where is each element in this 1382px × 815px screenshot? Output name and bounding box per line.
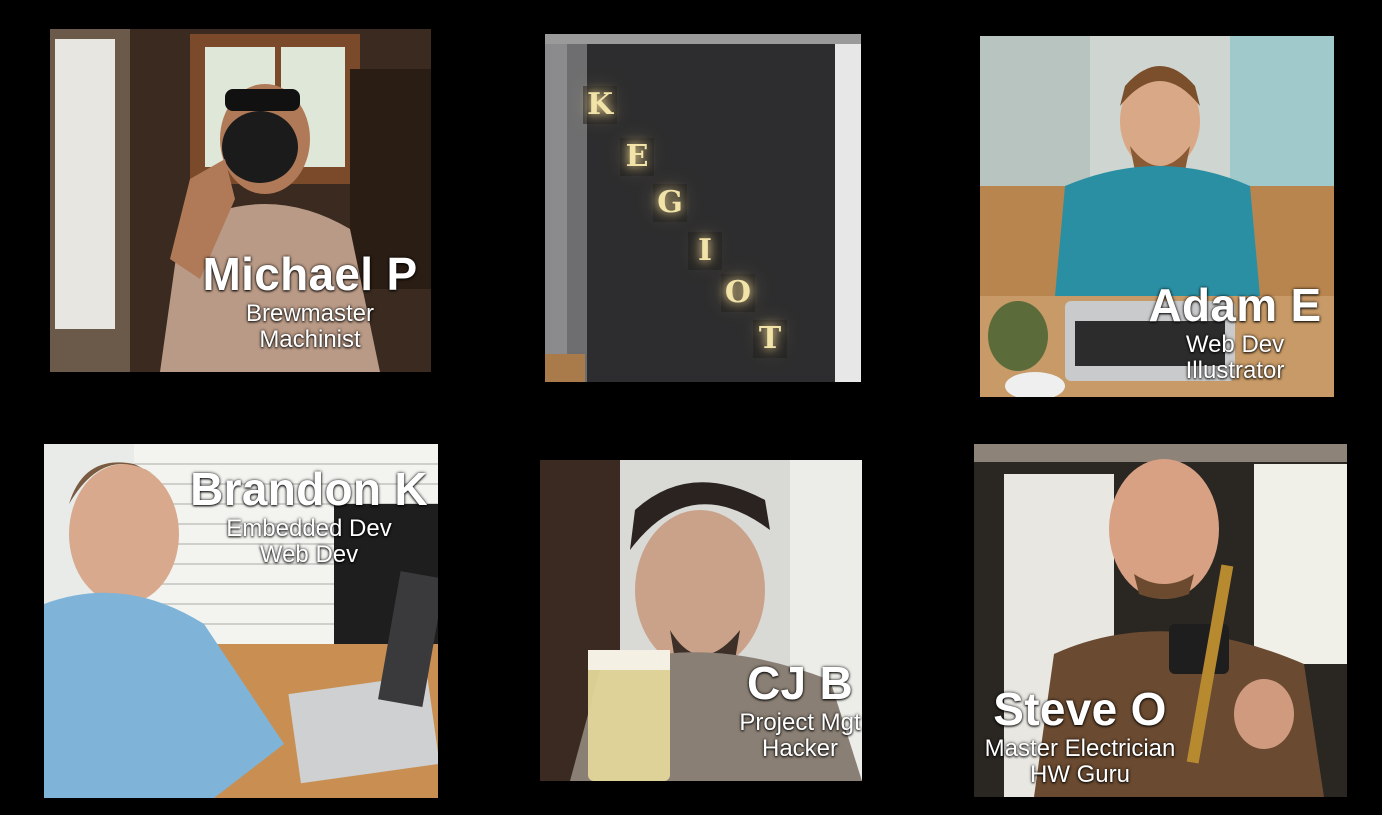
team-card-brandon: Brandon K Embedded Dev Web Dev [44, 444, 438, 798]
member-role-2: Web Dev [259, 541, 359, 569]
logo-letter-o: O [721, 274, 755, 312]
member-name: Adam E [1148, 279, 1322, 331]
member-role-2: Machinist [259, 326, 361, 354]
logo-letter-k: K [583, 86, 617, 124]
member-role-2: Hacker [761, 735, 839, 763]
team-card-steve: Steve O Master Electrician HW Guru [974, 444, 1347, 797]
adam-caption: Adam E Web Dev Illustrator [1130, 279, 1334, 385]
steve-caption: Steve O Master Electrician HW Guru [974, 683, 1190, 789]
member-name: Brandon K [190, 463, 428, 515]
logo-letter-g: G [653, 184, 687, 222]
member-name: CJ B [746, 657, 853, 709]
cj-caption: CJ B Project Mgt Hacker [705, 657, 862, 763]
kegiot-logo-card: K E G I O T [545, 34, 861, 382]
member-role-1: Master Electrician [984, 734, 1176, 762]
brandon-caption: Brandon K Embedded Dev Web Dev [174, 463, 438, 569]
logo-letter-i: I [688, 232, 722, 270]
member-role-1: Brewmaster [245, 299, 375, 327]
member-name: Steve O [993, 683, 1167, 735]
member-role-1: Web Dev [1185, 330, 1285, 358]
team-card-adam: Adam E Web Dev Illustrator [980, 36, 1334, 397]
member-role-1: Project Mgt [739, 708, 861, 736]
member-role-2: Illustrator [1185, 357, 1285, 385]
team-card-cj: CJ B Project Mgt Hacker [540, 460, 862, 781]
michael-caption: Michael P Brewmaster Machinist [190, 248, 430, 354]
member-role-1: Embedded Dev [226, 514, 392, 542]
team-card-michael: Michael P Brewmaster Machinist [50, 29, 431, 372]
logo-letter-e: E [620, 138, 654, 176]
member-role-2: HW Guru [1029, 761, 1130, 789]
logo-letter-t: T [753, 320, 787, 358]
member-name: Michael P [202, 248, 418, 300]
